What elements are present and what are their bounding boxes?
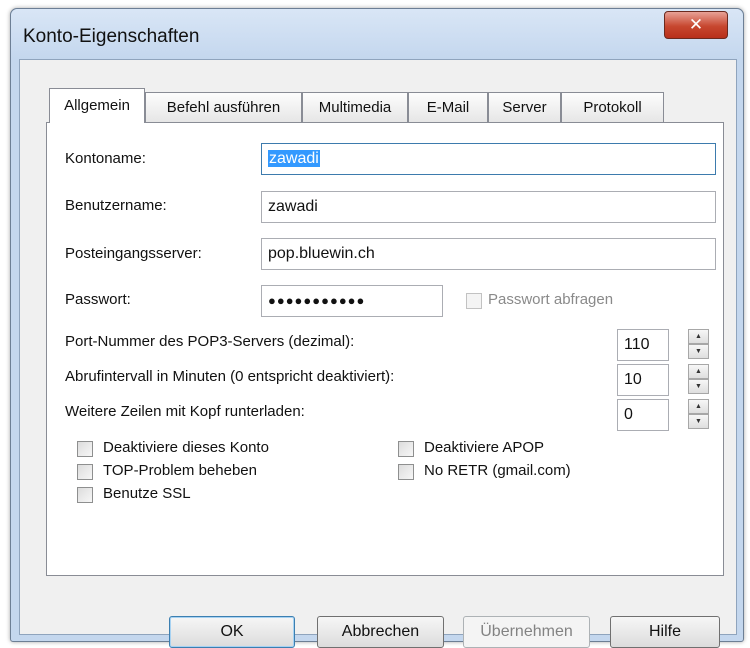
interval-input[interactable]: 10 — [617, 364, 669, 396]
interval-label: Abrufintervall in Minuten (0 entspricht … — [65, 368, 395, 385]
no-retr-label: No RETR (gmail.com) — [424, 462, 571, 479]
interval-spin-up[interactable]: ▲ — [688, 364, 709, 379]
top-fix-checkbox[interactable] — [77, 464, 93, 480]
port-spin-down[interactable]: ▼ — [688, 344, 709, 359]
disable-apop-label: Deaktiviere APOP — [424, 439, 545, 456]
arrow-down-icon: ▼ — [695, 418, 702, 425]
no-retr-checkbox[interactable] — [398, 464, 414, 480]
general-tab-panel: Kontoname: zawadi Benutzername: zawadi P… — [46, 122, 724, 576]
title-bar: Konto-Eigenschaften ✕ — [11, 9, 743, 59]
ok-button[interactable]: OK — [169, 616, 295, 648]
tab-server[interactable]: Server — [488, 92, 561, 122]
arrow-up-icon: ▲ — [695, 403, 702, 410]
arrow-up-icon: ▲ — [695, 368, 702, 375]
tab-multimedia[interactable]: Multimedia — [302, 92, 408, 122]
port-input[interactable]: 110 — [617, 329, 669, 361]
ask-password-checkbox[interactable] — [466, 293, 482, 309]
dialog-body: Allgemein Befehl ausführen Multimedia E-… — [19, 59, 737, 648]
username-label: Benutzername: — [65, 197, 167, 214]
account-name-value: zawadi — [268, 150, 320, 167]
use-ssl-label: Benutze SSL — [103, 485, 191, 502]
disable-apop-checkbox[interactable] — [398, 441, 414, 457]
disable-account-label: Deaktiviere dieses Konto — [103, 439, 269, 456]
apply-button[interactable]: Übernehmen — [463, 616, 590, 648]
cancel-button[interactable]: Abbrechen — [317, 616, 444, 648]
arrow-down-icon: ▼ — [695, 383, 702, 390]
account-properties-dialog: Konto-Eigenschaften ✕ Allgemein Befehl a… — [10, 8, 744, 648]
password-input[interactable]: ●●●●●●●●●●● — [261, 285, 443, 317]
username-input[interactable]: zawadi — [261, 191, 716, 223]
account-name-input[interactable]: zawadi — [261, 143, 716, 175]
tab-allgemein[interactable]: Allgemein — [49, 88, 145, 123]
tab-email[interactable]: E-Mail — [408, 92, 488, 122]
help-button[interactable]: Hilfe — [610, 616, 720, 648]
interval-spin-down[interactable]: ▼ — [688, 379, 709, 394]
port-spin-up[interactable]: ▲ — [688, 329, 709, 344]
arrow-down-icon: ▼ — [695, 348, 702, 355]
header-lines-input[interactable]: 0 — [617, 399, 669, 431]
arrow-up-icon: ▲ — [695, 333, 702, 340]
incoming-server-input[interactable]: pop.bluewin.ch — [261, 238, 716, 270]
use-ssl-checkbox[interactable] — [77, 487, 93, 503]
header-lines-spin-down[interactable]: ▼ — [688, 414, 709, 429]
tab-protokoll[interactable]: Protokoll — [561, 92, 664, 122]
window-title: Konto-Eigenschaften — [23, 26, 200, 47]
header-lines-label: Weitere Zeilen mit Kopf runterladen: — [65, 403, 305, 420]
header-lines-spin-up[interactable]: ▲ — [688, 399, 709, 414]
disable-account-checkbox[interactable] — [77, 441, 93, 457]
tab-befehl-ausfuehren[interactable]: Befehl ausführen — [145, 92, 302, 122]
top-fix-label: TOP-Problem beheben — [103, 462, 257, 479]
close-button[interactable]: ✕ — [664, 11, 728, 39]
password-label: Passwort: — [65, 291, 131, 308]
ask-password-label: Passwort abfragen — [488, 291, 614, 308]
account-name-label: Kontoname: — [65, 150, 146, 167]
port-label: Port-Nummer des POP3-Servers (dezimal): — [65, 333, 355, 350]
close-icon: ✕ — [688, 15, 704, 34]
incoming-server-label: Posteingangsserver: — [65, 245, 202, 262]
